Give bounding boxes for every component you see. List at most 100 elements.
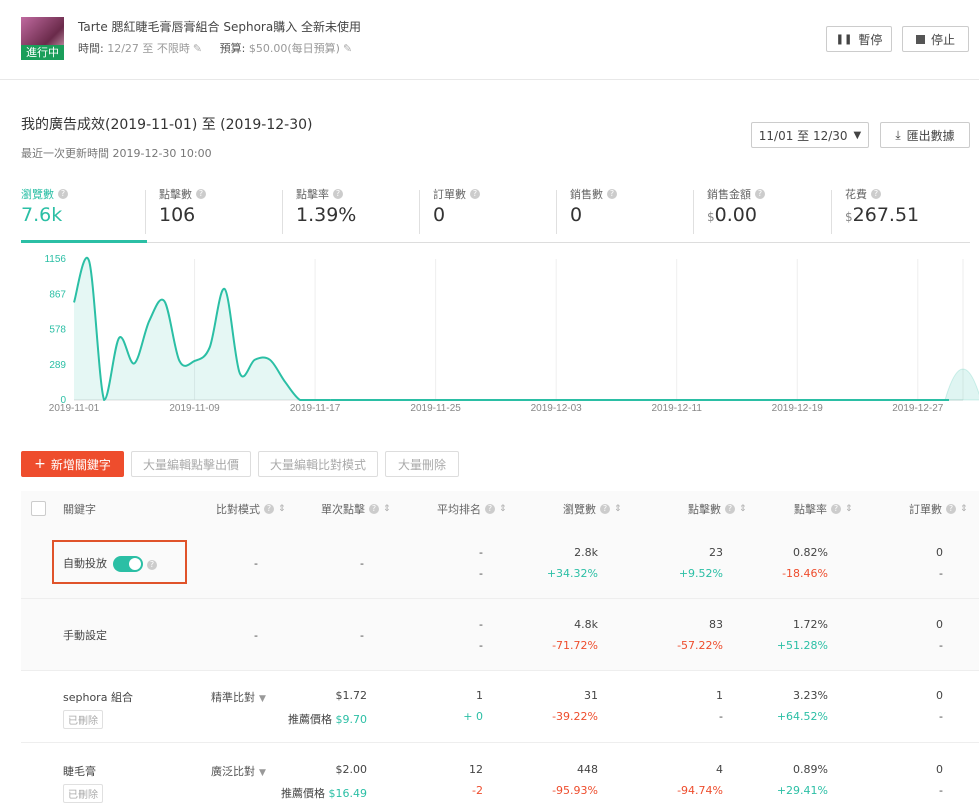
clicks-delta: -94.74% (677, 784, 723, 797)
export-button[interactable]: ⤓ 匯出數據 (880, 122, 970, 148)
pause-label: 暫停 (858, 32, 883, 47)
keyword-table: 關鍵字 比對模式? ⇕ 單次點擊? ⇕ 平均排名? ⇕ 瀏覽數? ⇕ 點擊數? ⇕ 點擊率… (21, 491, 979, 803)
match-select[interactable]: 廣泛比對 ▼ (211, 763, 266, 779)
metric-orders[interactable]: 訂單數? 0 (419, 186, 480, 243)
metric-ctr[interactable]: 點擊率? 1.39% (282, 186, 357, 243)
rank-cell: 12 (469, 763, 483, 776)
product-thumbnail: 進行中 (21, 17, 64, 60)
last-updated: 最近一次更新時間 2019-12-30 10:00 (21, 147, 212, 160)
header-orders[interactable]: 訂單數? ⇕ (909, 491, 968, 527)
header-views[interactable]: 瀏覽數? ⇕ (563, 491, 622, 527)
suggested-price: 推薦價格 $16.49 (271, 785, 367, 801)
select-all-checkbox[interactable] (31, 501, 46, 516)
metric-value: 1.39% (296, 204, 357, 226)
metric-value: 0 (433, 204, 446, 226)
help-icon[interactable]: ? (607, 189, 617, 199)
metric-views[interactable]: 瀏覽數? 7.6k (21, 186, 147, 243)
bid-cell[interactable]: $2.00 (291, 763, 368, 776)
keyword-toolbar: + 新增關鍵字 大量編輯點擊出價 大量編輯比對模式 大量刪除 (21, 451, 521, 477)
add-keyword-button[interactable]: + 新增關鍵字 (21, 451, 124, 477)
sort-icon[interactable]: ⇕ (499, 504, 507, 514)
x-tick-label: 2019-12-11 (652, 403, 703, 414)
help-icon[interactable]: ? (831, 504, 841, 514)
rank-cell: - (479, 546, 483, 559)
metric-value: 0.00 (714, 204, 757, 226)
sort-icon[interactable]: ⇕ (614, 504, 622, 514)
suggest-label: 推薦價格 (288, 713, 332, 726)
header-ctr[interactable]: 點擊率? ⇕ (794, 491, 853, 527)
y-tick-label: 1156 (44, 254, 66, 265)
help-icon[interactable]: ? (470, 189, 480, 199)
help-icon[interactable]: ? (946, 504, 956, 514)
metric-value: 106 (159, 204, 196, 226)
header-match[interactable]: 比對模式? ⇕ (216, 491, 286, 527)
bid-cell[interactable]: $1.72 (291, 689, 368, 702)
help-icon[interactable]: ? (147, 560, 157, 570)
help-icon[interactable]: ? (196, 189, 206, 199)
match-value: 精準比對 (211, 691, 255, 704)
help-icon[interactable]: ? (264, 504, 274, 514)
header-keyword: 關鍵字 (63, 503, 96, 516)
sort-icon[interactable]: ⇕ (278, 504, 286, 514)
stop-button[interactable]: 停止 (902, 26, 969, 52)
orders-cell: 0 (936, 618, 943, 631)
keyword-name: 手動設定 (63, 629, 107, 642)
clicks-delta: - (719, 710, 723, 723)
bulk-edit-bid-button[interactable]: 大量編輯點擊出價 (131, 451, 251, 477)
views-cell: 2.8k (574, 546, 598, 559)
edit-time-pencil-icon[interactable]: ✎ (193, 42, 202, 55)
views-delta: -95.93% (552, 784, 598, 797)
header-label: 點擊數 (688, 503, 721, 516)
header-clicks[interactable]: 點擊數? ⇕ (688, 491, 747, 527)
help-icon[interactable]: ? (600, 504, 610, 514)
metric-currency: $ (845, 210, 853, 224)
auto-toggle[interactable] (113, 556, 143, 572)
rank-cell: 1 (476, 689, 483, 702)
help-icon[interactable]: ? (333, 189, 343, 199)
clicks-cell: 83 (709, 618, 723, 631)
sort-icon[interactable]: ⇕ (845, 504, 853, 514)
sort-icon[interactable]: ⇕ (960, 504, 968, 514)
sort-icon[interactable]: ⇕ (383, 504, 391, 514)
help-icon[interactable]: ? (725, 504, 735, 514)
metric-label: 花費 (845, 188, 867, 201)
orders-delta: - (939, 710, 943, 723)
table-row: 睫毛膏 已刪除 廣泛比對 ▼ $2.00 推薦價格 $16.49 12 -2 44… (21, 743, 979, 803)
performance-chart: 115686757828902019-11-01 2019-11-09 2019-1… (44, 254, 979, 414)
performance-title: 我的廣告成效(2019-11-01) 至 (2019-12-30) (21, 117, 313, 133)
header-bid[interactable]: 單次點擊? ⇕ (321, 491, 391, 527)
pause-button[interactable]: ❚❚ 暫停 (826, 26, 892, 52)
help-icon[interactable]: ? (485, 504, 495, 514)
match-select[interactable]: 精準比對 ▼ (211, 689, 266, 705)
metric-clicks[interactable]: 點擊數? 106 (145, 186, 206, 243)
views-delta: +34.32% (546, 567, 598, 580)
ctr-delta: +64.52% (776, 710, 828, 723)
date-range-picker[interactable]: 11/01 至 12/30 ▼ (751, 122, 869, 148)
help-icon[interactable]: ? (58, 189, 68, 199)
metric-sales-amount[interactable]: 銷售金額? $0.00 (693, 186, 765, 243)
edit-budget-pencil-icon[interactable]: ✎ (343, 42, 352, 55)
plus-icon: + (34, 456, 46, 472)
help-icon[interactable]: ? (755, 189, 765, 199)
orders-cell: 0 (936, 546, 943, 559)
sort-icon[interactable]: ⇕ (739, 504, 747, 514)
metric-sold[interactable]: 銷售數? 0 (556, 186, 617, 243)
metric-spend[interactable]: 花費? $267.51 (831, 186, 920, 243)
header-label: 點擊率 (794, 503, 827, 516)
orders-delta: - (939, 639, 943, 652)
time-value: 12/27 至 不限時 (107, 42, 190, 55)
header-label: 單次點擊 (321, 503, 365, 516)
ctr-cell: 1.72% (793, 618, 828, 631)
pause-icon: ❚❚ (835, 33, 853, 45)
header-rank[interactable]: 平均排名? ⇕ (437, 491, 507, 527)
metric-value: 267.51 (852, 204, 920, 226)
metric-label: 瀏覽數 (21, 188, 54, 201)
bulk-edit-match-button[interactable]: 大量編輯比對模式 (258, 451, 378, 477)
help-icon[interactable]: ? (871, 189, 881, 199)
help-icon[interactable]: ? (369, 504, 379, 514)
views-cell: 448 (577, 763, 598, 776)
header-label: 平均排名 (437, 503, 481, 516)
clicks-cell: 1 (716, 689, 723, 702)
y-tick-label: 289 (49, 360, 66, 371)
bulk-delete-button[interactable]: 大量刪除 (385, 451, 459, 477)
